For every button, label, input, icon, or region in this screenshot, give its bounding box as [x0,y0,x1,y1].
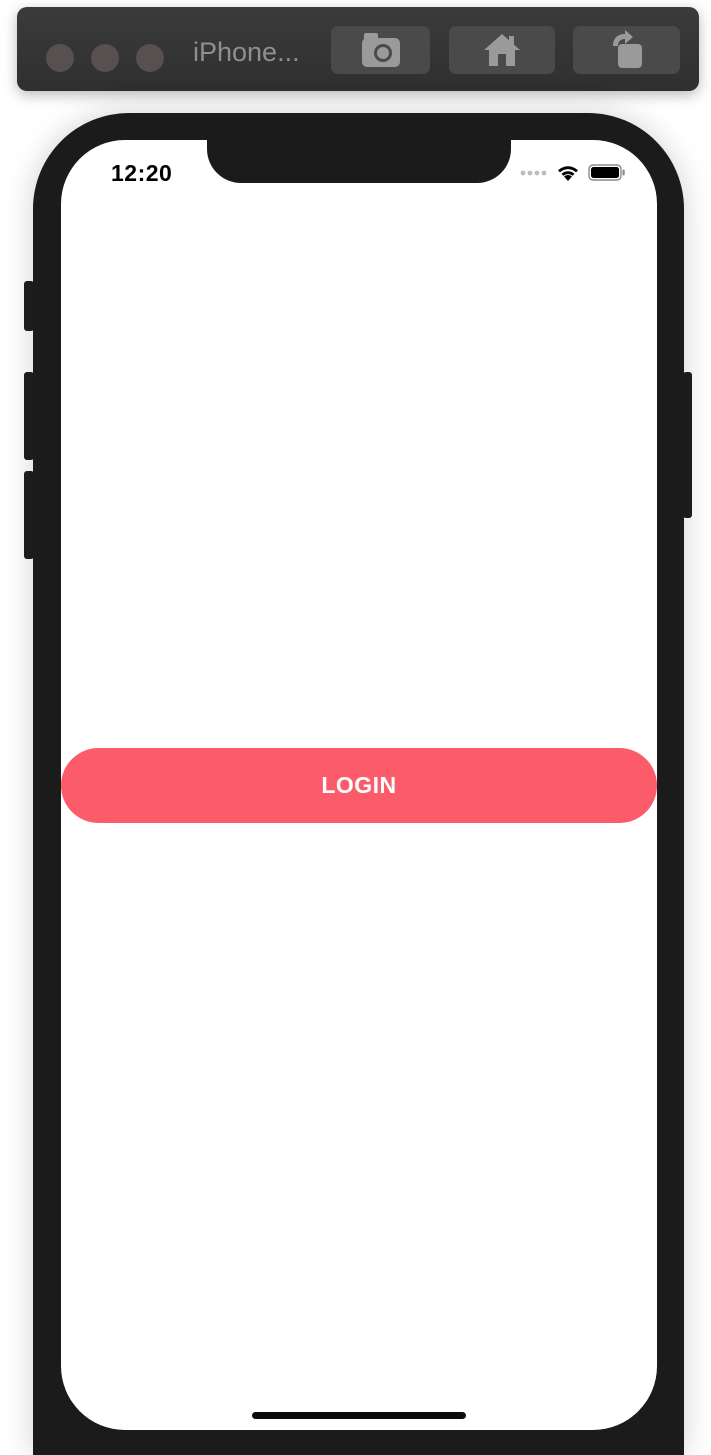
rotate-icon [609,30,645,70]
status-time: 12:20 [111,160,173,186]
zoom-window-button[interactable] [136,44,164,72]
home-icon [482,32,522,68]
power-button [683,372,692,518]
notch [207,140,511,183]
device-name-label: iPhone... [193,37,300,67]
rotate-button[interactable] [573,26,680,74]
camera-icon [361,31,401,69]
minimize-window-button[interactable] [91,44,119,72]
status-icons [520,162,630,184]
simulator-toolbar: iPhone... [17,7,699,91]
screenshot-button[interactable] [331,26,430,74]
login-button[interactable]: LOGIN [61,748,657,823]
close-window-button[interactable] [46,44,74,72]
stage: iPhone... 12:20 LOGIN [0,0,711,1455]
home-indicator[interactable] [252,1412,466,1419]
home-button[interactable] [449,26,555,74]
phone-screen: 12:20 LOGIN [61,140,657,1430]
